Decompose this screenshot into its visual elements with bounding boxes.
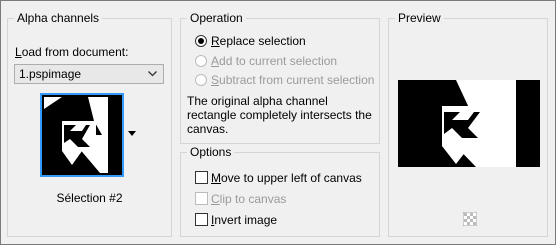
options-title: Options (187, 144, 235, 160)
add-to-selection-label[interactable]: Add to current selection (211, 54, 337, 68)
invert-image-checkbox[interactable] (195, 213, 208, 226)
selection-thumbnail[interactable] (40, 93, 124, 177)
document-select[interactable]: 1.pspimage (14, 64, 164, 84)
move-to-upper-left-checkbox[interactable] (195, 171, 208, 184)
chevron-down-icon (148, 71, 157, 77)
alpha-channels-title: Alpha channels (14, 10, 103, 26)
subtract-from-selection-radio[interactable] (195, 74, 207, 86)
selection-thumbnail-image (42, 95, 122, 175)
add-to-selection-radio[interactable] (195, 55, 207, 67)
thumbnail-dropdown-button[interactable] (125, 93, 139, 177)
document-select-value: 1.pspimage (19, 67, 82, 81)
preview-image-graphic (398, 80, 540, 167)
replace-selection-label[interactable]: Replace selection (211, 34, 306, 48)
subtract-from-selection-label[interactable]: Subtract from current selection (211, 73, 374, 87)
transparency-grid-icon[interactable] (463, 212, 477, 226)
radio-selected-dot (198, 38, 204, 44)
operation-message: The original alpha channel rectangle com… (187, 94, 372, 136)
selection-caption: Sélection #2 (56, 191, 123, 205)
clip-to-canvas-checkbox[interactable] (195, 192, 208, 205)
clip-to-canvas-label[interactable]: Clip to canvas (211, 192, 286, 206)
dropdown-arrow-icon (128, 131, 136, 136)
preview-image (398, 80, 540, 167)
load-from-document-label: Load from document: (15, 45, 129, 59)
move-to-upper-left-label[interactable]: Move to upper left of canvas (211, 171, 362, 185)
operation-title: Operation (187, 10, 246, 26)
invert-image-label[interactable]: Invert image (211, 213, 277, 227)
preview-title: Preview (395, 10, 444, 26)
replace-selection-radio[interactable] (195, 35, 207, 47)
